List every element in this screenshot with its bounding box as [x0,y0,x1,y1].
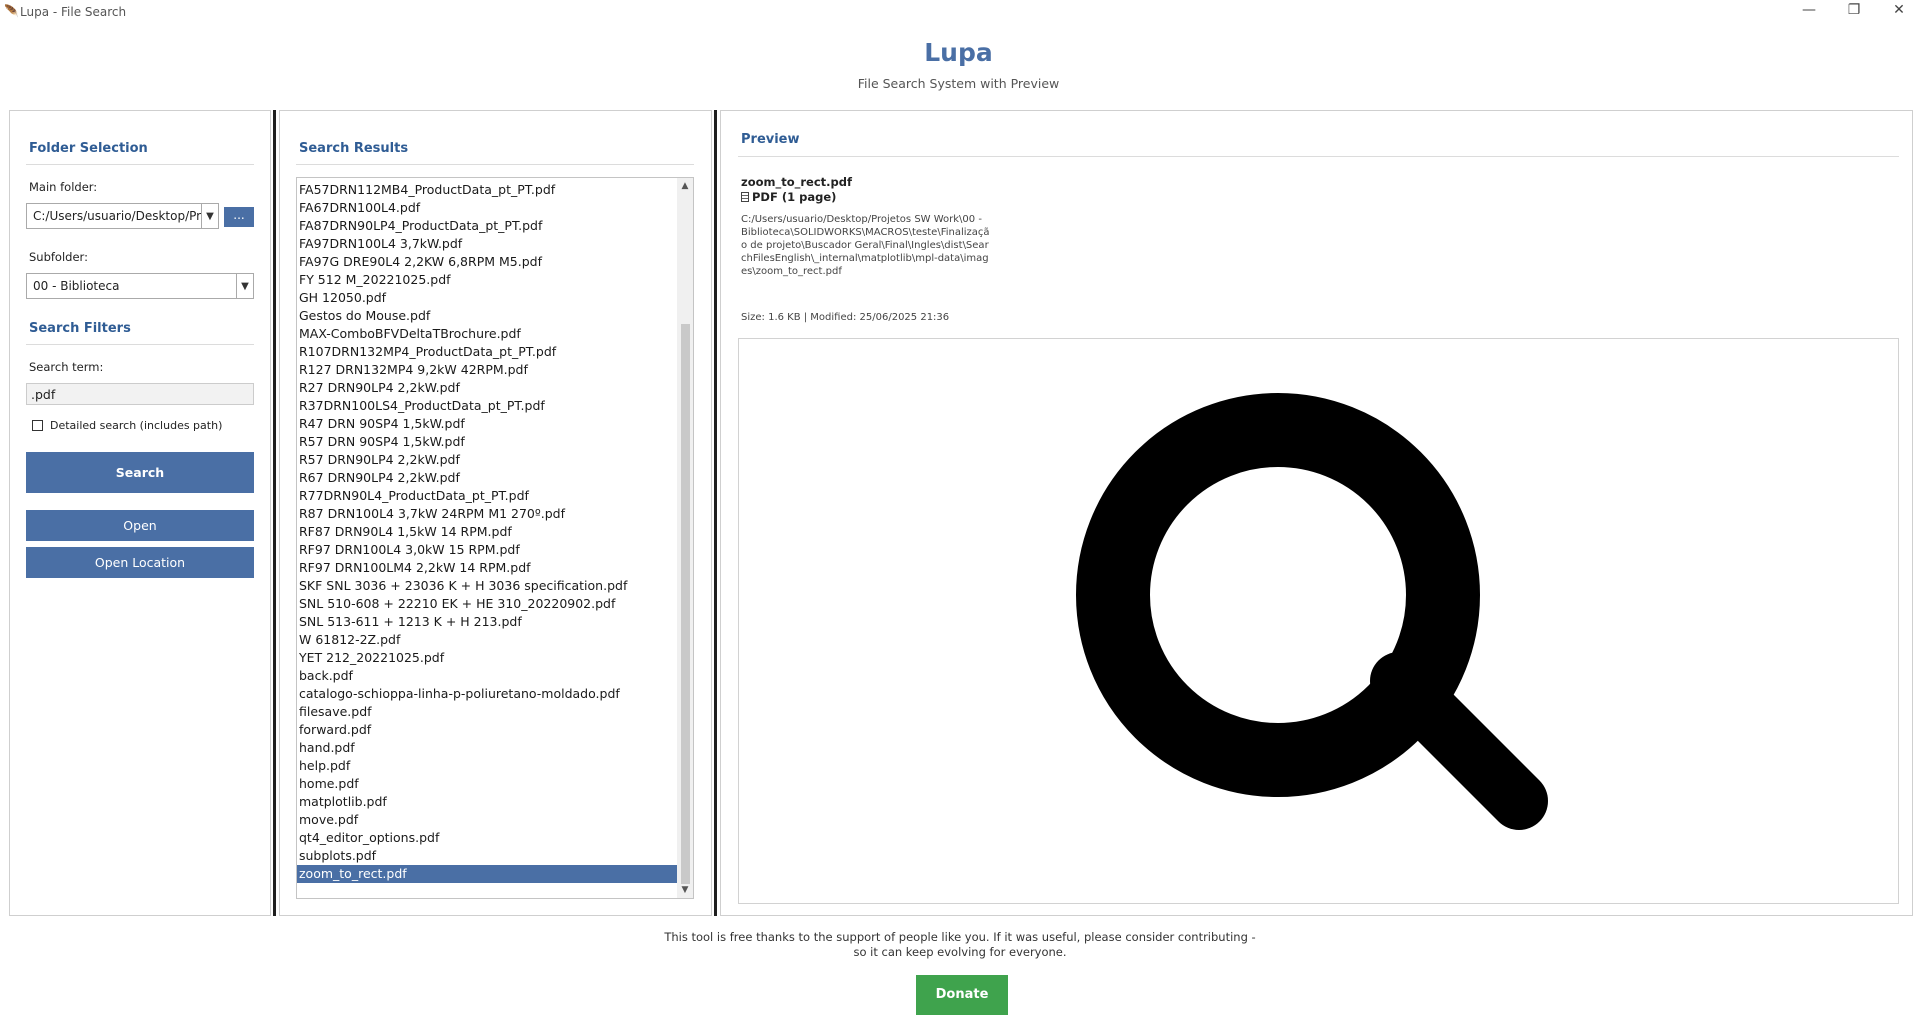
subfolder-combobox[interactable]: 00 - Biblioteca ▼ [26,273,254,299]
support-message: This tool is free thanks to the support … [664,930,1256,959]
result-list-item[interactable]: R27 DRN90LP4 2,2kW.pdf [297,379,678,397]
detailed-search-checkbox[interactable] [32,420,43,431]
result-list-item[interactable]: hand.pdf [297,739,678,757]
app-feather-icon: 🪶 [4,4,19,18]
result-list-item[interactable]: RF87 DRN90L4 1,5kW 14 RPM.pdf [297,523,678,541]
document-icon [741,192,749,202]
preview-file-name: zoom_to_rect.pdf [741,175,852,189]
search-results-title: Search Results [299,141,409,156]
pane-sash-right[interactable] [714,110,717,916]
result-list-item[interactable]: YET 212_20221025.pdf [297,649,678,667]
search-term-value: .pdf [31,387,56,402]
result-list-item[interactable]: back.pdf [297,667,678,685]
scroll-down-icon[interactable]: ▼ [677,882,693,898]
preview-file-path: C:/Users/usuario/Desktop/Projetos SW Wor… [741,214,990,277]
result-list-item[interactable]: help.pdf [297,757,678,775]
divider [296,164,694,165]
result-list-item[interactable]: MAX-ComboBFVDeltaTBrochure.pdf [297,325,678,343]
divider [26,344,254,345]
result-list-item[interactable]: RF97 DRN100L4 3,0kW 15 RPM.pdf [297,541,678,559]
app-title: Lupa [924,38,993,67]
result-list-item[interactable]: SNL 510-608 + 22210 EK + HE 310_20220902… [297,595,678,613]
results-list: FA57DRN112MB4_ProductData_pt_PT.pdf FA67D… [297,181,678,883]
scroll-up-icon[interactable]: ▲ [677,178,693,194]
chevron-down-icon[interactable]: ▼ [201,204,218,228]
result-list-item[interactable]: FA87DRN90LP4_ProductData_pt_PT.pdf [297,217,678,235]
pane-sash-left[interactable] [273,110,276,916]
result-list-item[interactable]: home.pdf [297,775,678,793]
search-button[interactable]: Search [26,452,254,493]
result-list-item[interactable]: zoom_to_rect.pdf [297,865,678,883]
browse-folder-button[interactable]: ... [224,207,254,227]
main-folder-label: Main folder: [29,180,98,194]
result-list-item[interactable]: forward.pdf [297,721,678,739]
result-list-item[interactable]: qt4_editor_options.pdf [297,829,678,847]
open-location-button[interactable]: Open Location [26,547,254,578]
detailed-search-label[interactable]: Detailed search (includes path) [50,419,222,432]
result-list-item[interactable]: SKF SNL 3036 + 23036 K + H 3036 specific… [297,577,678,595]
main-folder-value: C:/Users/usuario/Desktop/Proj [33,209,201,223]
result-list-item[interactable]: W 61812-2Z.pdf [297,631,678,649]
magnifying-glass-icon [1076,393,1548,830]
result-list-item[interactable]: R107DRN132MP4_ProductData_pt_PT.pdf [297,343,678,361]
result-list-item[interactable]: FA67DRN100L4.pdf [297,199,678,217]
minimize-button[interactable]: — [1794,2,1824,18]
result-list-item[interactable]: R47 DRN 90SP4 1,5kW.pdf [297,415,678,433]
app-subtitle: File Search System with Preview [857,76,1060,91]
results-listbox[interactable]: FA57DRN112MB4_ProductData_pt_PT.pdf FA67D… [296,177,694,899]
result-list-item[interactable]: FA97DRN100L4 3,7kW.pdf [297,235,678,253]
window-title: Lupa - File Search [20,5,127,19]
divider [738,156,1899,157]
result-list-item[interactable]: Gestos do Mouse.pdf [297,307,678,325]
chevron-down-icon[interactable]: ▼ [236,274,253,298]
preview-file-type-text: PDF (1 page) [752,190,837,204]
result-list-item[interactable]: move.pdf [297,811,678,829]
result-list-item[interactable]: SNL 513-611 + 1213 K + H 213.pdf [297,613,678,631]
search-filters-title: Search Filters [29,321,131,336]
result-list-item[interactable]: R87 DRN100L4 3,7kW 24RPM M1 270º.pdf [297,505,678,523]
result-list-item[interactable]: matplotlib.pdf [297,793,678,811]
divider [26,164,254,165]
scrollbar-thumb[interactable] [681,324,690,884]
result-list-item[interactable]: R57 DRN90LP4 2,2kW.pdf [297,451,678,469]
preview-image-area [738,338,1899,904]
search-term-label: Search term: [29,360,104,374]
restore-button[interactable]: ❐ [1839,2,1869,18]
search-term-input[interactable]: .pdf [26,383,254,405]
result-list-item[interactable]: R77DRN90L4_ProductData_pt_PT.pdf [297,487,678,505]
result-list-item[interactable]: R67 DRN90LP4 2,2kW.pdf [297,469,678,487]
result-list-item[interactable]: subplots.pdf [297,847,678,865]
result-list-item[interactable]: GH 12050.pdf [297,289,678,307]
preview-title: Preview [741,132,800,147]
result-list-item[interactable]: filesave.pdf [297,703,678,721]
folder-selection-title: Folder Selection [29,141,148,156]
open-button[interactable]: Open [26,510,254,541]
result-list-item[interactable]: FY 512 M_20221025.pdf [297,271,678,289]
donate-button[interactable]: Donate [916,975,1008,1015]
main-folder-combobox[interactable]: C:/Users/usuario/Desktop/Proj ▼ [26,203,219,229]
result-list-item[interactable]: catalogo-schioppa-linha-p-poliuretano-mo… [297,685,678,703]
preview-file-type: PDF (1 page) [741,190,836,204]
result-list-item[interactable]: R57 DRN 90SP4 1,5kW.pdf [297,433,678,451]
close-button[interactable]: ✕ [1884,2,1914,18]
subfolder-label: Subfolder: [29,250,88,264]
subfolder-value: 00 - Biblioteca [33,279,120,293]
result-list-item[interactable]: FA97G DRE90L4 2,2KW 6,8RPM M5.pdf [297,253,678,271]
results-scrollbar[interactable]: ▲ ▼ [677,178,693,898]
window-titlebar: 🪶 Lupa - File Search — ❐ ✕ [0,0,1917,24]
result-list-item[interactable]: R37DRN100LS4_ProductData_pt_PT.pdf [297,397,678,415]
preview-file-size: Size: 1.6 KB | Modified: 25/06/2025 21:3… [741,312,950,323]
result-list-item[interactable]: R127 DRN132MP4 9,2kW 42RPM.pdf [297,361,678,379]
result-list-item[interactable]: RF97 DRN100LM4 2,2kW 14 RPM.pdf [297,559,678,577]
result-list-item[interactable]: FA57DRN112MB4_ProductData_pt_PT.pdf [297,181,678,199]
